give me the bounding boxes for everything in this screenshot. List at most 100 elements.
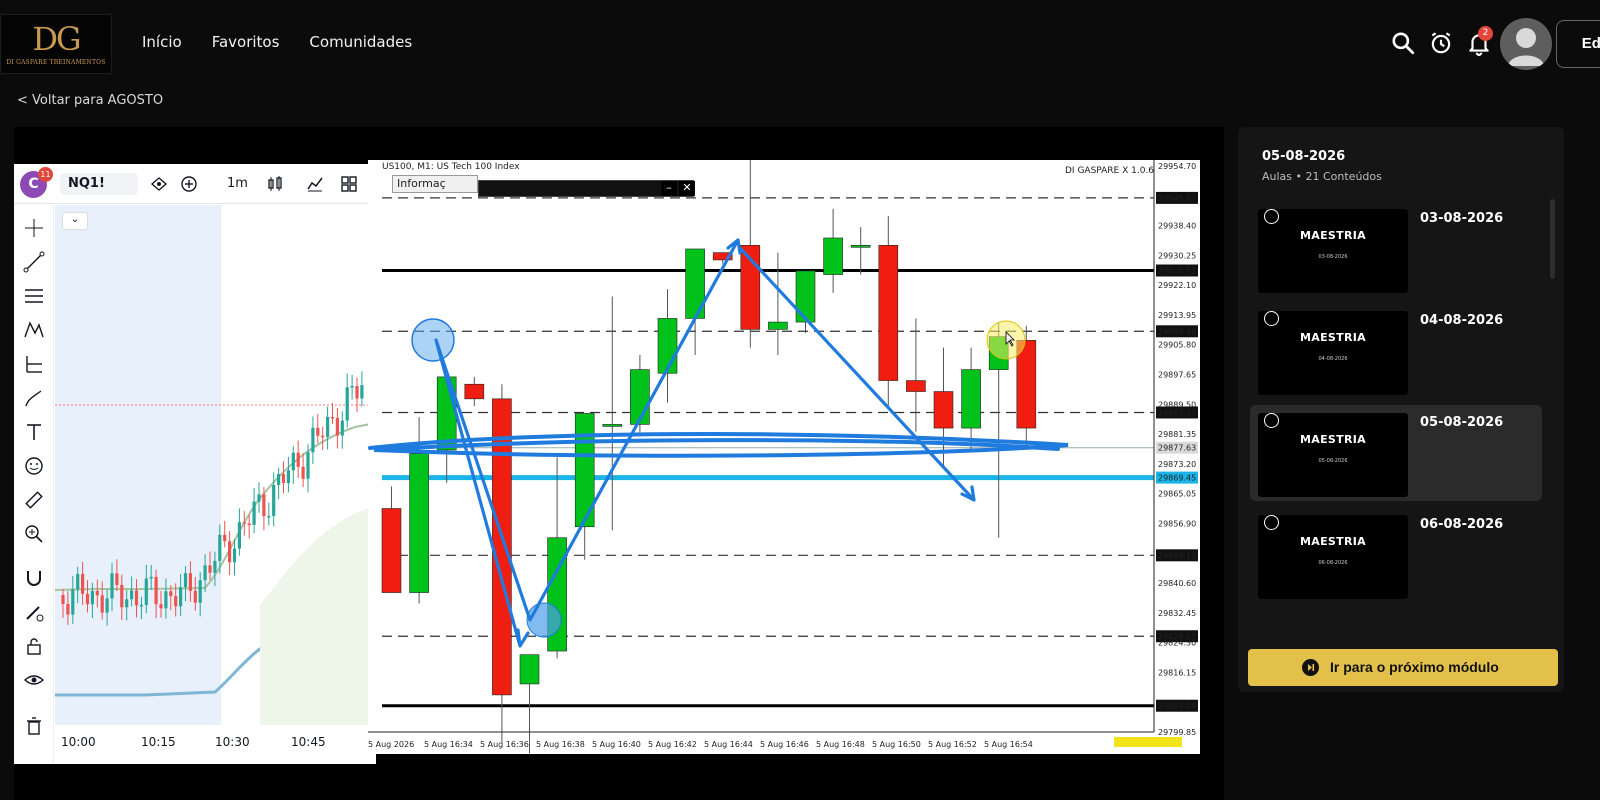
zoom-in-icon [25,525,43,543]
tv-bull-candle [90,590,94,605]
lesson-item-active[interactable]: MAESTRIA 05-08-2026 05-08-2026 [1250,405,1542,501]
tv-bear-candle [188,573,192,591]
tv-bear-candle [242,522,246,524]
lesson-item[interactable]: MAESTRIA 04-08-2026 04-08-2026 [1250,303,1542,399]
mt-price-label: 29832.45 [1158,609,1196,618]
emoji-icon [25,457,43,475]
next-module-button[interactable]: Ir para o próximo módulo [1248,649,1558,686]
tv-bear-candle [159,604,163,609]
tv-bear-candle [134,590,139,606]
tv-bear-candle [100,595,104,613]
alarm-clock-icon[interactable] [1428,30,1454,56]
lesson-thumbnail: MAESTRIA 03-08-2026 [1258,209,1408,293]
back-link[interactable]: < Voltar para AGOSTO [17,93,163,108]
tv-bull-candle [139,604,143,607]
visibility-icon [23,675,45,685]
tv-bull-candle [183,573,188,588]
mt-bear-candle [464,383,485,400]
magnet-icon [27,571,41,586]
mt-price-label: 29945.97 [1158,194,1196,203]
mt-annotation-circle [526,602,562,638]
tv-bull-candle [360,385,364,399]
tv-bull-candle [164,591,168,609]
tv-bear-candle [330,416,335,419]
main-nav: Início Favoritos Comunidades [142,33,412,51]
nav-item-favoritos[interactable]: Favoritos [212,33,280,51]
tv-bull-candle [76,573,80,590]
tv-bear-candle [262,494,266,517]
lesson-status-radio[interactable] [1264,515,1279,530]
mt-time-label: 5 Aug 16:36 [480,740,529,749]
edit-button[interactable]: Edig [1556,20,1600,68]
brush-icon [25,390,42,407]
mt-bear-candle [878,245,899,381]
top-bar: DG DI GASPARE TREINAMENTOS Início Favori… [0,0,1600,86]
tv-x-label: 10:00 [61,735,96,749]
tv-bull-candle [345,387,349,421]
mt-price-label: 29840.60 [1158,579,1196,588]
mt-time-label: 5 Aug 16:54 [984,740,1033,749]
tv-bear-candle [355,386,359,399]
module-title: 05-08-2026 [1262,149,1346,164]
tv-drawing-toolbar [14,205,54,764]
mt-price-label: 29887.27 [1158,408,1196,417]
lesson-item[interactable]: MAESTRIA 03-08-2026 03-08-2026 [1250,201,1542,297]
tv-bull-candle [252,501,256,525]
mt-time-label: 5 Aug 16:52 [928,740,977,749]
tv-bull-candle [340,420,344,436]
mt-price-label: 29922.10 [1158,281,1196,290]
tv-bear-candle [223,534,227,542]
tv-bear-candle [296,452,300,467]
add-circle-icon [181,176,197,192]
eye-icon [150,177,168,191]
mt-bull-candle [768,321,788,330]
lesson-status-radio[interactable] [1264,413,1279,428]
brand-logo[interactable]: DG DI GASPARE TREINAMENTOS [0,14,112,74]
mt-price-label: 29856.90 [1158,519,1196,528]
trend-line-icon [23,251,45,273]
indicators-icon [307,177,323,192]
sidebar-scrollbar[interactable] [1550,199,1555,279]
tv-bear-candle [169,591,173,597]
nav-item-comunidades[interactable]: Comunidades [309,33,412,51]
tv-bull-candle [213,560,217,573]
lesson-item[interactable]: MAESTRIA 06-08-2026 06-08-2026 [1250,507,1542,603]
lesson-date: 06-08-2026 [1420,517,1504,532]
mt-price-label: 29869.45 [1158,474,1196,483]
lesson-status-radio[interactable] [1264,209,1279,224]
lesson-date: 05-08-2026 [1420,415,1504,430]
tv-x-label: 10:45 [291,735,326,749]
search-icon[interactable] [1390,30,1416,56]
mt-price-label: 29909.48 [1158,327,1196,336]
video-player[interactable]: C 11 NQ1! 1m ⌄ 10:00 10:15 10:30 10:45 2… [14,127,1224,800]
avatar[interactable] [1500,18,1552,70]
nav-item-inicio[interactable]: Início [142,33,182,51]
mt-time-label: 5 Aug 16:38 [536,740,585,749]
tv-bull-candle [350,386,354,388]
mt-close-button: ✕ [679,181,695,196]
lesson-status-radio[interactable] [1264,311,1279,326]
tv-x-label: 10:30 [215,735,250,749]
mt-bull-candle [795,270,816,323]
mt-bull-candle [850,245,871,248]
mt-time-label: 5 Aug 16:46 [760,740,809,749]
user-icon [1508,28,1544,66]
lesson-thumbnail: MAESTRIA 05-08-2026 [1258,413,1408,497]
tv-bull-candle [105,598,109,613]
text-icon [27,424,41,440]
next-module-label: Ir para o próximo módulo [1330,659,1499,675]
tv-symbol: NQ1! [60,173,138,195]
mt-price-label: 29938.40 [1158,222,1196,231]
module-subtitle: Aulas • 21 Conteúdos [1262,170,1382,183]
tv-bull-candle [203,565,207,581]
mt-bull-candle [602,424,623,427]
mt-price-label: 29824.30 [1158,639,1196,648]
mt-annotation-circle [411,318,455,362]
tv-bear-candle [174,596,178,607]
tv-bear-candle [66,604,70,615]
mt-bull-candle [657,318,678,374]
mt-bear-candle [933,391,954,429]
mt-price-label: 29877.63 [1158,444,1196,453]
mt-time-label: 5 Aug 16:50 [872,740,921,749]
tv-bull-candle [306,452,310,479]
